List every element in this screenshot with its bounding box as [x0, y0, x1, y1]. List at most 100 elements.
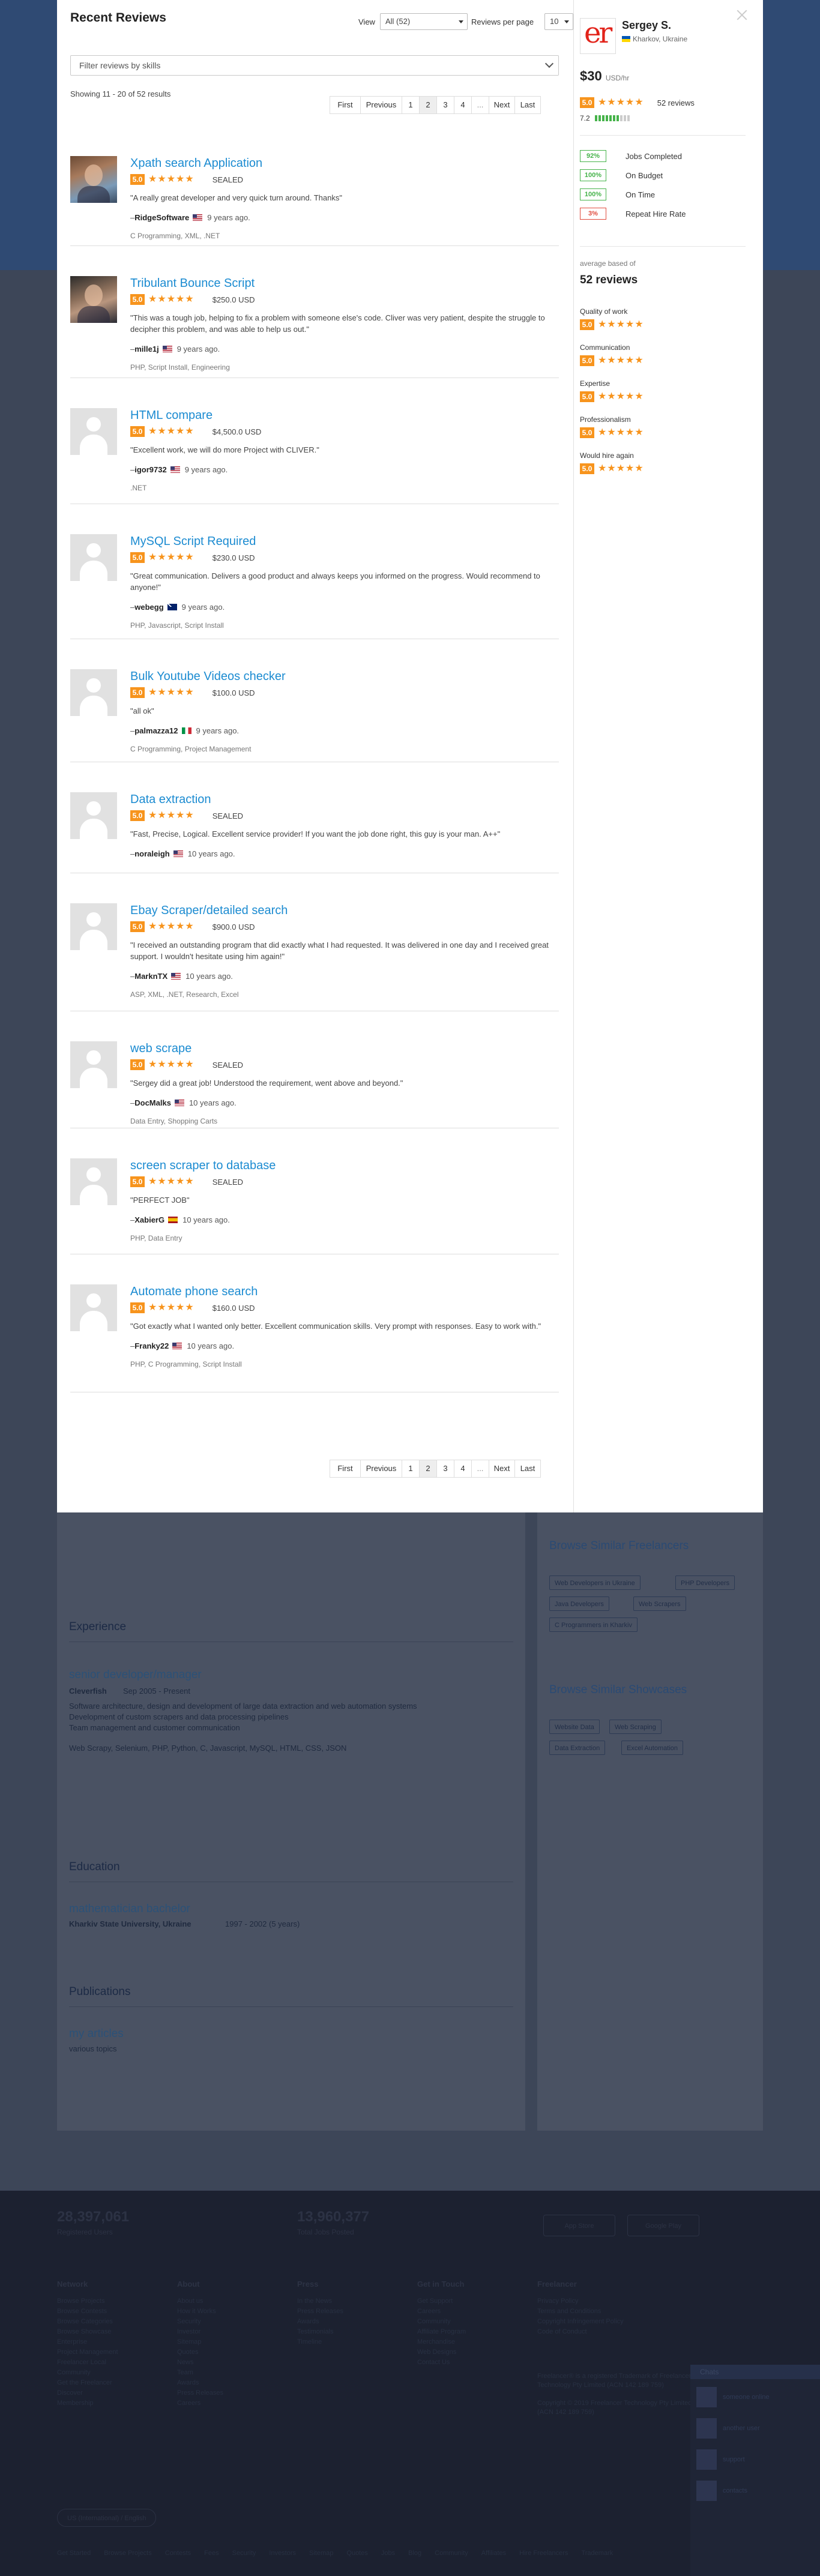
review-project-title[interactable]: web scrape — [130, 1041, 559, 1056]
pagination-page-4[interactable]: 4 — [454, 96, 472, 114]
footer-link[interactable]: How it Works — [177, 2308, 216, 2315]
footer-link[interactable]: Privacy Policy — [537, 2298, 578, 2305]
footer-link[interactable]: Project Management — [57, 2349, 118, 2356]
pagination-next[interactable]: Next — [489, 1460, 515, 1478]
pagination-page-1[interactable]: 1 — [402, 96, 420, 114]
footer-link[interactable]: Get Support — [417, 2298, 453, 2305]
footer-link[interactable]: Security — [177, 2318, 201, 2325]
footer-link[interactable]: Browse Projects — [57, 2298, 104, 2305]
footer-link[interactable]: Merchandise — [417, 2338, 455, 2346]
pagination-page-3[interactable]: 3 — [436, 1460, 454, 1478]
footer-bottom-link[interactable]: Security — [232, 2550, 256, 2557]
pagination-first[interactable]: First — [330, 96, 361, 114]
pagination-last[interactable]: Last — [514, 96, 541, 114]
footer-bottom-link[interactable]: Jobs — [381, 2550, 395, 2557]
chat-panel[interactable]: Chats someone online another user support c… — [690, 2365, 820, 2576]
review-project-title[interactable]: Xpath search Application — [130, 156, 559, 170]
pagination-page-3[interactable]: 3 — [436, 96, 454, 114]
footer-link[interactable]: Copyright Infringement Policy — [537, 2318, 624, 2325]
footer-link[interactable]: Affiliate Program — [417, 2328, 466, 2335]
review-project-title[interactable]: Tribulant Bounce Script — [130, 276, 559, 290]
reviewer-name[interactable]: palmazza12 — [134, 726, 178, 735]
review-project-title[interactable]: screen scraper to database — [130, 1158, 559, 1173]
footer-bottom-link[interactable]: Hire Freelancers — [519, 2550, 568, 2557]
skills-filter-select[interactable]: Filter reviews by skills — [70, 55, 559, 76]
footer-link[interactable]: Investor — [177, 2328, 200, 2335]
footer-bottom-link[interactable]: Quotes — [346, 2550, 367, 2557]
pagination-previous[interactable]: Previous — [360, 1460, 402, 1478]
pagination-page-2[interactable]: 2 — [419, 1460, 437, 1478]
reviewer-name[interactable]: RidgeSoftware — [134, 213, 189, 222]
close-icon[interactable] — [735, 8, 749, 22]
footer-bottom-link[interactable]: Trademark — [581, 2550, 613, 2557]
review-project-title[interactable]: HTML compare — [130, 408, 559, 423]
chat-contact[interactable]: another user — [696, 2415, 814, 2442]
pagination-last[interactable]: Last — [514, 1460, 541, 1478]
footer-bottom-link[interactable]: Community — [435, 2550, 468, 2557]
footer-link[interactable]: About us — [177, 2298, 203, 2305]
footer-link[interactable]: Careers — [177, 2400, 200, 2407]
footer-link[interactable]: Team — [177, 2369, 193, 2376]
pagination-page-4[interactable]: 4 — [454, 1460, 472, 1478]
footer-link[interactable]: In the News — [297, 2298, 332, 2305]
footer-bottom-link[interactable]: Investors — [269, 2550, 296, 2557]
footer-bottom-link[interactable]: Browse Projects — [104, 2550, 151, 2557]
footer-link[interactable]: Membership — [57, 2400, 94, 2407]
pagination-ellipsis[interactable]: ... — [471, 96, 489, 114]
language-selector[interactable]: US (International) / English — [57, 2509, 157, 2527]
app-store-button[interactable]: App Store — [543, 2215, 615, 2236]
footer-bottom-link[interactable]: Get Started — [57, 2550, 91, 2557]
footer-link[interactable]: Web Designs — [417, 2349, 456, 2356]
freelancer-name[interactable]: Sergey S. — [622, 19, 671, 32]
footer-link[interactable]: Get the Freelancer — [57, 2379, 112, 2386]
footer-bottom-link[interactable]: Affiliates — [481, 2550, 506, 2557]
footer-bottom-link[interactable]: Blog — [408, 2550, 421, 2557]
footer-link[interactable]: Awards — [297, 2318, 319, 2325]
reviewer-name[interactable]: mille1j — [134, 345, 158, 354]
footer-link[interactable]: Press Releases — [297, 2308, 343, 2315]
footer-link[interactable]: Contact Us — [417, 2359, 450, 2366]
footer-link[interactable]: Browse Showcase — [57, 2328, 112, 2335]
pagination-previous[interactable]: Previous — [360, 96, 402, 114]
review-project-title[interactable]: Data extraction — [130, 792, 559, 807]
reviewer-name[interactable]: noraleigh — [134, 849, 170, 858]
chat-contact[interactable]: support — [696, 2446, 814, 2473]
reviewer-name[interactable]: igor9732 — [134, 465, 166, 474]
review-project-title[interactable]: Automate phone search — [130, 1284, 559, 1299]
reviewer-name[interactable]: webegg — [134, 603, 163, 612]
footer-link[interactable]: News — [177, 2359, 194, 2366]
pagination-page-1[interactable]: 1 — [402, 1460, 420, 1478]
review-project-title[interactable]: Bulk Youtube Videos checker — [130, 669, 559, 684]
footer-bottom-link[interactable]: Contests — [165, 2550, 191, 2557]
footer-link[interactable]: Browse Contests — [57, 2308, 107, 2315]
view-select[interactable]: All (52) — [380, 13, 468, 30]
footer-link[interactable]: Sitemap — [177, 2338, 201, 2346]
review-project-title[interactable]: MySQL Script Required — [130, 534, 559, 549]
footer-link[interactable]: Awards — [177, 2379, 199, 2386]
footer-bottom-link[interactable]: Sitemap — [309, 2550, 333, 2557]
pagination-next[interactable]: Next — [489, 96, 515, 114]
footer-link[interactable]: Enterprise — [57, 2338, 87, 2346]
footer-link[interactable]: Browse Categories — [57, 2318, 113, 2325]
footer-link[interactable]: Timeline — [297, 2338, 322, 2346]
footer-link[interactable]: Freelancer Local — [57, 2359, 106, 2366]
reviewer-name[interactable]: Franky22 — [134, 1341, 169, 1350]
reviewer-name[interactable]: MarknTX — [134, 972, 167, 981]
chat-contact[interactable]: contacts — [696, 2478, 814, 2504]
chat-contact[interactable]: someone online — [696, 2384, 814, 2410]
reviews-per-page-select[interactable]: 10 — [544, 13, 573, 30]
footer-link[interactable]: Community — [57, 2369, 91, 2376]
pagination-page-2[interactable]: 2 — [419, 96, 437, 114]
chat-title[interactable]: Chats — [690, 2365, 820, 2379]
reviewer-name[interactable]: DocMalks — [134, 1098, 171, 1107]
reviewer-name[interactable]: XabierG — [134, 1215, 164, 1224]
footer-link[interactable]: Testimonials — [297, 2328, 334, 2335]
review-project-title[interactable]: Ebay Scraper/detailed search — [130, 903, 559, 918]
footer-link[interactable]: Terms and Conditions — [537, 2308, 601, 2315]
footer-bottom-link[interactable]: Fees — [204, 2550, 219, 2557]
footer-link[interactable]: Community — [417, 2318, 451, 2325]
footer-link[interactable]: Quotes — [177, 2349, 198, 2356]
google-play-button[interactable]: Google Play — [627, 2215, 699, 2236]
pagination-ellipsis[interactable]: ... — [471, 1460, 489, 1478]
footer-link[interactable]: Code of Conduct — [537, 2328, 587, 2335]
